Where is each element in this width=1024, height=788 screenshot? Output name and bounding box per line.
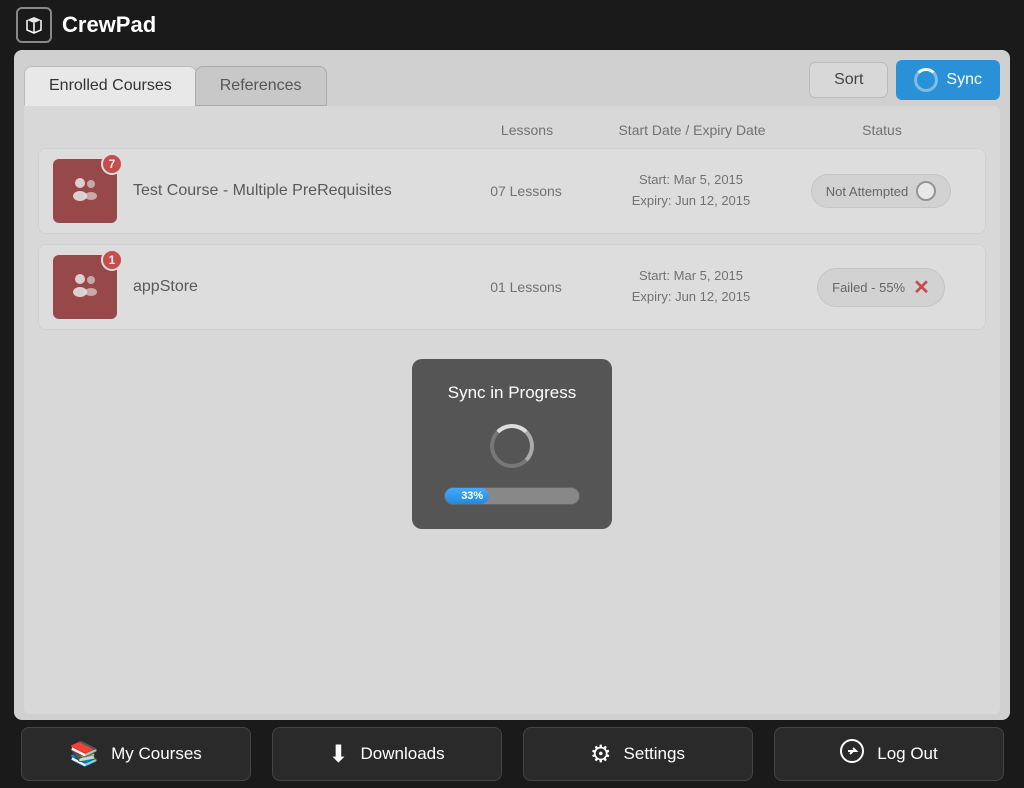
- progress-label: 33%: [461, 490, 483, 502]
- app-header: CrewPad: [0, 0, 1024, 50]
- logo-icon: [16, 7, 52, 43]
- my-courses-icon: 📚: [69, 740, 99, 769]
- tab-enrolled-courses[interactable]: Enrolled Courses: [24, 66, 197, 106]
- sync-modal-title: Sync in Progress: [444, 383, 580, 403]
- progress-bar-background: 33%: [444, 487, 580, 505]
- nav-my-courses-button[interactable]: 📚 My Courses: [21, 727, 251, 781]
- settings-icon: ⚙: [590, 740, 612, 769]
- tab-bar: Enrolled Courses References: [24, 60, 1000, 106]
- nav-logout-button[interactable]: Log Out: [774, 727, 1004, 781]
- logo-container: CrewPad: [16, 7, 156, 43]
- spinner-container: [444, 421, 580, 471]
- bottom-navigation: 📚 My Courses ⬇ Downloads ⚙ Settings Log …: [0, 720, 1024, 788]
- progress-bar-fill: 33%: [445, 488, 489, 504]
- loading-spinner-icon: [490, 424, 534, 468]
- main-content: Sort Sync Enrolled Courses References Le…: [14, 50, 1010, 720]
- app-title: CrewPad: [62, 12, 156, 38]
- nav-settings-button[interactable]: ⚙ Settings: [523, 727, 753, 781]
- sync-modal: Sync in Progress 33%: [412, 359, 612, 529]
- tab-references[interactable]: References: [195, 66, 327, 106]
- logout-icon: [839, 738, 865, 771]
- nav-downloads-button[interactable]: ⬇ Downloads: [272, 727, 502, 781]
- course-list-area: Lessons Start Date / Expiry Date Status …: [24, 106, 1000, 714]
- downloads-icon: ⬇: [328, 740, 348, 769]
